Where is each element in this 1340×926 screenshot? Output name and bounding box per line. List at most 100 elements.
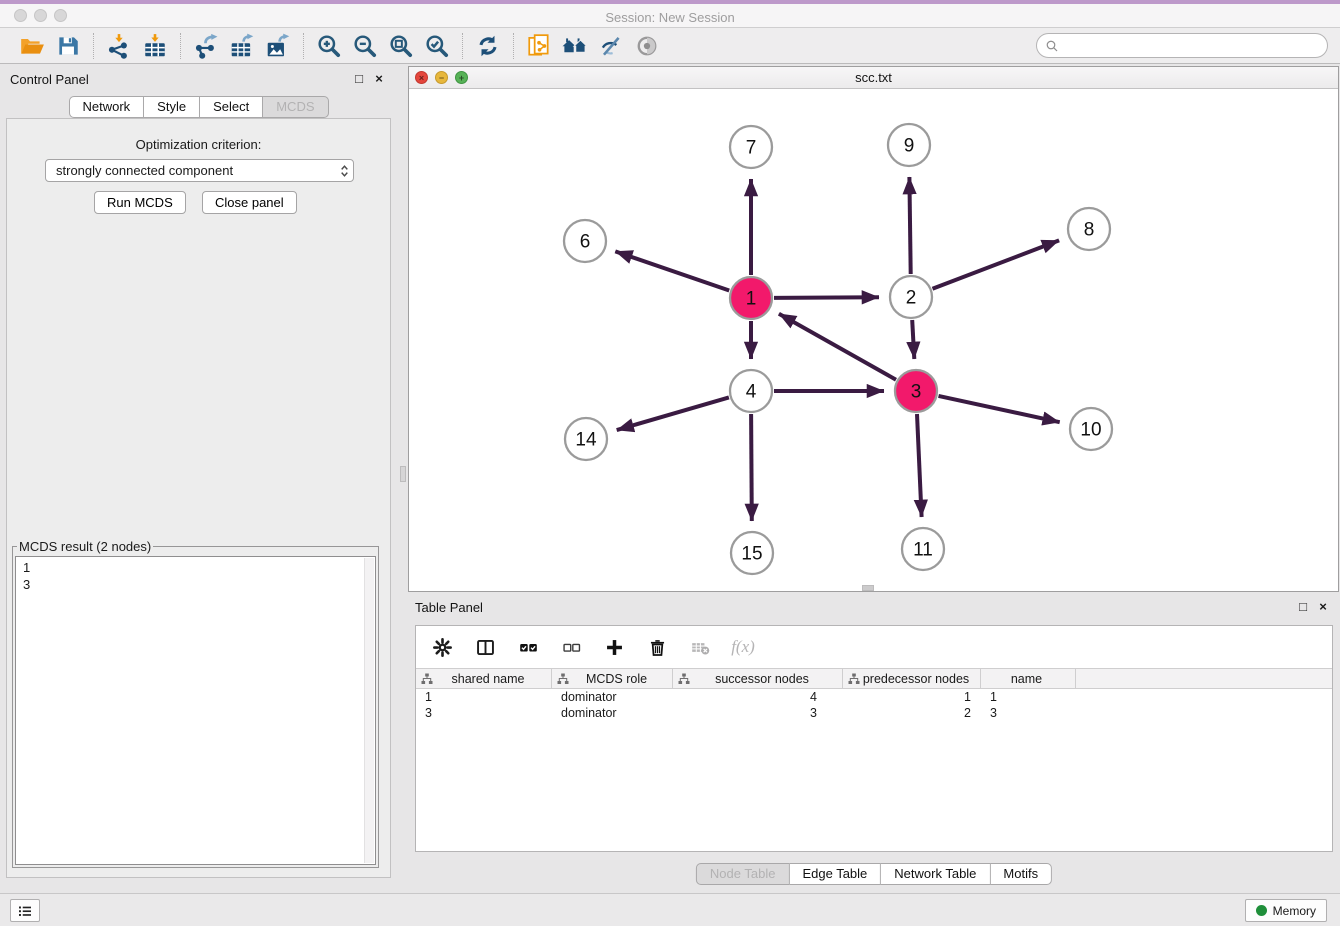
close-panel-icon[interactable]: ×: [371, 71, 387, 87]
search-input[interactable]: [1065, 35, 1319, 56]
delete-row-icon[interactable]: [645, 635, 669, 659]
node-label: 11: [913, 540, 933, 561]
network-title: scc.txt: [409, 67, 1338, 89]
edge-2-9[interactable]: [909, 177, 910, 274]
control-panel: Control Panel □ × NetworkStyleSelectMCDS…: [0, 66, 397, 880]
export-network-icon[interactable]: [190, 31, 222, 61]
node-label: 9: [904, 136, 915, 157]
unselect-all-icon[interactable]: [559, 635, 583, 659]
toolbar-separator: [303, 33, 304, 59]
node-11[interactable]: 11: [902, 528, 944, 570]
edge-3-10[interactable]: [939, 396, 1060, 422]
mcds-result-text[interactable]: 13: [15, 556, 376, 865]
tab-style[interactable]: Style: [144, 96, 200, 118]
node-8[interactable]: 8: [1068, 208, 1110, 250]
session-title: Session: New Session: [0, 8, 1340, 28]
houses-icon[interactable]: [559, 31, 591, 61]
table-row[interactable]: 1dominator411: [416, 689, 1332, 705]
tab-network-table[interactable]: Network Table: [881, 863, 990, 885]
result-scrollbar[interactable]: [364, 558, 374, 863]
edge-4-15[interactable]: [751, 414, 752, 521]
zoom-out-icon[interactable]: [349, 31, 381, 61]
column-header-MCDS-role[interactable]: MCDS role: [552, 669, 673, 688]
memory-button[interactable]: Memory: [1245, 899, 1327, 922]
add-row-icon[interactable]: [602, 635, 626, 659]
cell[interactable]: 3: [416, 705, 552, 721]
cell[interactable]: dominator: [552, 705, 673, 721]
tab-mcds[interactable]: MCDS: [263, 96, 328, 118]
node-6[interactable]: 6: [564, 220, 606, 262]
zoom-in-icon[interactable]: [313, 31, 345, 61]
refresh-network-icon[interactable]: [472, 31, 504, 61]
node-15[interactable]: 15: [731, 532, 773, 574]
tab-network[interactable]: Network: [68, 96, 144, 118]
zoom-fit-icon[interactable]: [385, 31, 417, 61]
column-header-name[interactable]: name: [981, 669, 1076, 688]
split-view-icon[interactable]: [473, 635, 497, 659]
network-canvas[interactable]: 7 9 6 8 1 2 4 3 14 10 15 11: [409, 89, 1338, 591]
eye-slash-icon[interactable]: [595, 31, 627, 61]
save-session-icon[interactable]: [52, 31, 84, 61]
table-body: 1dominator4113dominator323: [416, 689, 1332, 721]
column-header-predecessor-nodes[interactable]: predecessor nodes: [843, 669, 981, 688]
node-1[interactable]: 1: [730, 277, 772, 319]
task-history-button[interactable]: [10, 899, 40, 922]
node-9[interactable]: 9: [888, 124, 930, 166]
node-2[interactable]: 2: [890, 276, 932, 318]
close-table-panel-icon[interactable]: ×: [1315, 599, 1331, 615]
edge-4-14[interactable]: [617, 397, 729, 430]
import-network-icon[interactable]: [103, 31, 135, 61]
node-4[interactable]: 4: [730, 370, 772, 412]
optimization-criterion-select[interactable]: strongly connected component: [45, 159, 354, 182]
edge-1-6[interactable]: [615, 251, 729, 290]
memory-label: Memory: [1273, 904, 1316, 918]
node-7[interactable]: 7: [730, 126, 772, 168]
column-header-shared-name[interactable]: shared name: [416, 669, 552, 688]
edge-2-3[interactable]: [912, 320, 914, 359]
clone-network-icon[interactable]: [523, 31, 555, 61]
export-image-icon[interactable]: [262, 31, 294, 61]
result-line: 3: [23, 576, 375, 593]
cell[interactable]: 1: [843, 689, 981, 705]
node-14[interactable]: 14: [565, 418, 607, 460]
cell[interactable]: 1: [416, 689, 552, 705]
select-all-icon[interactable]: [516, 635, 540, 659]
mcds-result-box: MCDS result (2 nodes) 13: [12, 539, 379, 868]
run-mcds-button[interactable]: Run MCDS: [94, 191, 186, 214]
horizontal-splitter-handle[interactable]: [862, 585, 874, 591]
edge-1-2[interactable]: [774, 297, 879, 298]
edge-3-1[interactable]: [779, 314, 896, 380]
export-table-icon[interactable]: [226, 31, 258, 61]
zoom-selected-icon[interactable]: [421, 31, 453, 61]
close-panel-button[interactable]: Close panel: [202, 191, 297, 214]
cell[interactable]: 4: [673, 689, 843, 705]
table-toolbar: f(x): [416, 626, 1332, 668]
node-3[interactable]: 3: [895, 370, 937, 412]
vertical-splitter-handle[interactable]: [400, 466, 406, 482]
cell[interactable]: 3: [673, 705, 843, 721]
import-table-icon[interactable]: [139, 31, 171, 61]
tab-motifs[interactable]: Motifs: [990, 863, 1052, 885]
settings-icon[interactable]: [430, 635, 454, 659]
eye-icon[interactable]: [631, 31, 663, 61]
tab-node-table[interactable]: Node Table: [696, 863, 790, 885]
cell[interactable]: 3: [981, 705, 1076, 721]
float-table-panel-icon[interactable]: □: [1295, 599, 1311, 615]
open-session-icon[interactable]: [16, 31, 48, 61]
cell[interactable]: 2: [843, 705, 981, 721]
table-panel-title: Table Panel: [415, 600, 483, 615]
node-label: 1: [746, 289, 757, 310]
edge-3-11[interactable]: [917, 414, 922, 517]
float-panel-icon[interactable]: □: [351, 71, 367, 87]
app-titlebar: Session: New Session: [0, 4, 1340, 28]
column-header-successor-nodes[interactable]: successor nodes: [673, 669, 843, 688]
toolbar-separator: [462, 33, 463, 59]
edge-2-8[interactable]: [933, 240, 1060, 288]
node-10[interactable]: 10: [1070, 408, 1112, 450]
tab-edge-table[interactable]: Edge Table: [789, 863, 881, 885]
cell[interactable]: dominator: [552, 689, 673, 705]
tab-select[interactable]: Select: [200, 96, 263, 118]
cell[interactable]: 1: [981, 689, 1076, 705]
table-header-row: shared nameMCDS rolesuccessor nodesprede…: [416, 668, 1332, 689]
table-row[interactable]: 3dominator323: [416, 705, 1332, 721]
